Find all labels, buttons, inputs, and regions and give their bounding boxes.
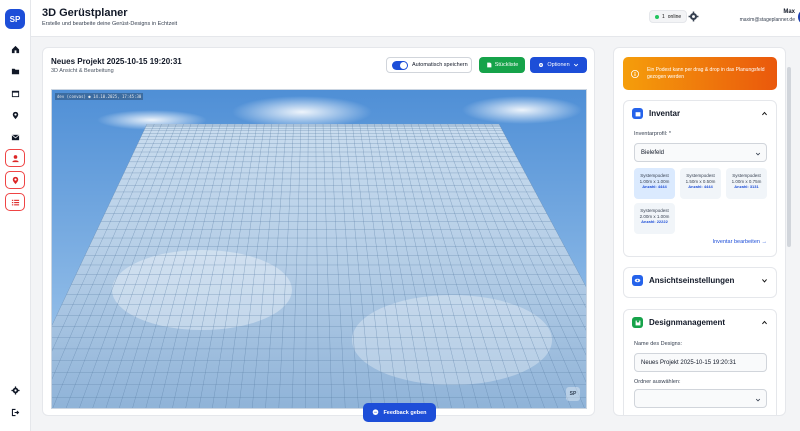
sidebar: SP	[0, 0, 31, 431]
chevron-down-icon	[573, 63, 578, 67]
scrollbar-thumb[interactable]	[787, 67, 791, 247]
sidebar-item-list[interactable]	[5, 193, 25, 211]
chevron-down-icon[interactable]	[761, 277, 768, 284]
ansicht-header[interactable]: Ansichtseinstellungen	[632, 275, 734, 286]
pod-count: Anzahl: 4444	[642, 184, 667, 189]
sidebar-item-users[interactable]	[5, 149, 25, 167]
cloud	[232, 96, 372, 128]
home-icon	[11, 45, 19, 53]
inventar-section: Inventar Inventarprofil: * Bielefeld Sys…	[623, 100, 777, 257]
profile-select[interactable]: Bielefeld	[634, 143, 767, 162]
online-count: 1	[662, 13, 665, 20]
save-icon	[632, 317, 643, 328]
3d-scene	[52, 90, 586, 408]
box-icon	[632, 108, 643, 119]
pod-count: Anzahl: 3131	[734, 184, 759, 189]
stueckliste-label: Stückliste	[494, 62, 519, 68]
floor-reflection	[112, 250, 292, 330]
design-title: Designmanagement	[649, 318, 726, 327]
viewport-stamp: dev (convas) ● 14.10.2025, 17:45:30	[55, 93, 144, 100]
project-title: Neues Projekt 2025-10-15 19:20:31	[51, 57, 182, 66]
ansicht-title: Ansichtseinstellungen	[649, 276, 735, 285]
online-dot-icon	[655, 14, 659, 19]
eye-icon	[632, 275, 643, 286]
online-label: online	[667, 13, 682, 20]
pod-name: Systempodest	[640, 173, 669, 178]
app-title: 3D Gerüstplaner	[42, 7, 128, 19]
stueckliste-button[interactable]: Stückliste	[479, 57, 525, 73]
design-header[interactable]: Designmanagement	[632, 317, 725, 328]
info-icon	[631, 69, 639, 78]
inventar-header[interactable]: Inventar	[632, 108, 680, 119]
sidebar-item-map[interactable]	[5, 171, 25, 189]
pod-card[interactable]: Systempodest 1.50m x 0.50m Anzahl: 4444	[680, 168, 721, 199]
calendar-icon	[11, 90, 19, 97]
autosave-toggle[interactable]: Automatisch speichern	[386, 57, 472, 73]
sidebar-item-settings[interactable]	[5, 381, 25, 399]
user-name: Max	[783, 9, 795, 15]
chevron-up-icon[interactable]	[761, 110, 768, 117]
map-pin-icon	[12, 176, 18, 184]
feedback-button[interactable]: Feedback geben	[363, 403, 436, 422]
edit-inventory-link[interactable]: Inventar bearbeiten →	[713, 239, 767, 245]
sidebar-item-projects[interactable]	[5, 62, 25, 80]
design-name-input[interactable]: Neues Projekt 2025-10-15 19:20:31	[634, 353, 767, 372]
autosave-label: Automatisch speichern	[412, 62, 468, 68]
design-name-label: Name des Designs:	[634, 341, 682, 347]
pod-count: Anzahl: 4444	[688, 184, 713, 189]
pod-name: Systempodest	[640, 208, 669, 213]
dragdrop-hint: Ein Podest kann per drag & drop in das P…	[623, 57, 777, 90]
folder-label: Ordner auswählen:	[634, 379, 681, 385]
profile-value: Bielefeld	[641, 149, 665, 156]
logout-icon	[11, 408, 19, 416]
cloud	[462, 96, 582, 124]
settings-icon	[10, 385, 20, 395]
right-scrollbar[interactable]	[787, 47, 791, 416]
top-header: 3D Gerüstplaner Erstelle und bearbeite d…	[31, 0, 800, 37]
chevron-down-icon	[755, 152, 761, 156]
design-section: Designmanagement Name des Designs: Neues…	[623, 309, 777, 415]
3d-viewport[interactable]: dev (convas) ● 14.10.2025, 17:45:30 SP	[51, 89, 587, 409]
design-name-value: Neues Projekt 2025-10-15 19:20:31	[641, 359, 737, 366]
chevron-down-icon	[755, 398, 761, 402]
document-icon	[486, 62, 492, 68]
project-subtitle: 3D Ansicht & Bearbeitung	[51, 68, 114, 74]
sidebar-item-logout[interactable]	[5, 403, 25, 421]
inventar-title: Inventar	[649, 109, 681, 118]
gear-icon	[539, 63, 544, 67]
sidebar-item-home[interactable]	[5, 40, 25, 58]
right-panel: Ein Podest kann per drag & drop in das P…	[613, 47, 786, 416]
user-icon	[11, 154, 19, 162]
folder-select[interactable]	[634, 389, 767, 408]
chat-icon	[373, 409, 379, 415]
sidebar-item-locations[interactable]	[5, 106, 25, 124]
pod-card[interactable]: Systempodest 1.00m x 1.00m Anzahl: 4444	[634, 168, 675, 199]
folder-icon	[11, 68, 19, 74]
location-icon	[12, 111, 18, 119]
pod-card[interactable]: Systempodest 2.00m x 1.00m Anzahl: 22222	[634, 203, 675, 234]
feedback-label: Feedback geben	[383, 409, 427, 416]
pod-card[interactable]: Systempodest 1.00m x 0.75m Anzahl: 3131	[726, 168, 767, 199]
app-logo[interactable]: SP	[5, 9, 25, 29]
options-label: Optionen	[547, 62, 570, 68]
pod-name: Systempodest	[686, 173, 715, 178]
project-card: Neues Projekt 2025-10-15 19:20:31 3D Ans…	[42, 47, 595, 416]
hint-text: Ein Podest kann per drag & drop in das P…	[647, 66, 765, 80]
mail-icon	[11, 134, 19, 140]
app-subtitle: Erstelle und bearbeite deine Gerüst-Desi…	[42, 21, 178, 27]
online-status-badge: 1 online	[649, 10, 688, 23]
pod-count: Anzahl: 22222	[641, 219, 668, 224]
options-button[interactable]: Optionen	[530, 57, 587, 73]
user-email: maxim@stageplanner.de	[739, 17, 795, 23]
list-icon	[11, 199, 19, 205]
sidebar-item-calendar[interactable]	[5, 84, 25, 102]
chevron-up-icon[interactable]	[761, 319, 768, 326]
header-settings-icon[interactable]	[688, 11, 699, 22]
pod-name: Systempodest	[732, 173, 761, 178]
viewport-badge[interactable]: SP	[566, 387, 580, 401]
profile-label: Inventarprofil: *	[634, 131, 671, 137]
toggle-switch[interactable]	[392, 60, 408, 70]
ansicht-section[interactable]: Ansichtseinstellungen	[623, 267, 777, 298]
sidebar-item-mail[interactable]	[5, 128, 25, 146]
